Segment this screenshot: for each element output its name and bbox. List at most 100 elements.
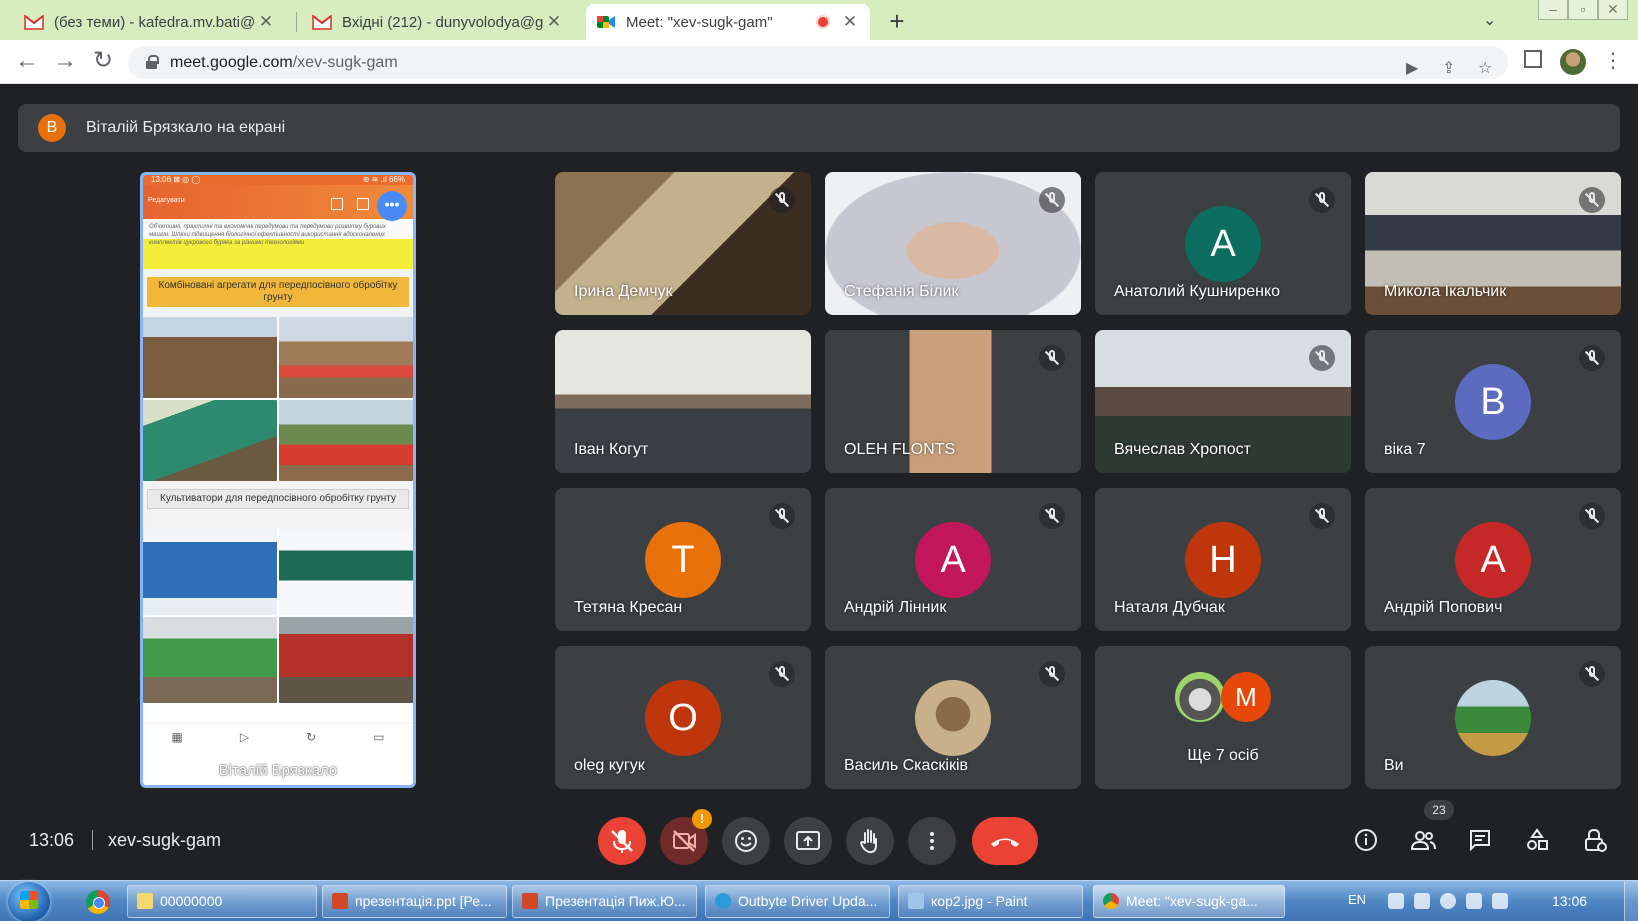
participant-name: Ви: [1384, 757, 1404, 774]
participant-tile[interactable]: В віка 7: [1365, 330, 1621, 473]
taskbar-item-label: презентація.ppt [Ре...: [355, 893, 492, 909]
tab-gmail-kafedra[interactable]: (без теми) - kafedra.mv.bati@gma ✕: [14, 4, 286, 40]
star-icon[interactable]: ☆: [1478, 58, 1492, 78]
display-tray-icon[interactable]: [1414, 893, 1430, 909]
participant-name: Вячеслав Хропост: [1114, 441, 1251, 458]
edit-label: Редагувати: [148, 197, 185, 204]
close-tab-icon[interactable]: ✕: [840, 12, 860, 32]
show-desktop-button[interactable]: [1624, 881, 1638, 921]
participant-name: віка 7: [1384, 441, 1426, 458]
presenter-avatar: В: [38, 114, 66, 142]
mic-off-button[interactable]: [598, 817, 646, 865]
taskbar-item[interactable]: 00000000: [127, 885, 317, 918]
participant-tile-self[interactable]: Ви: [1365, 646, 1621, 789]
slide-photo: [143, 617, 277, 703]
new-tab-button[interactable]: +: [885, 6, 909, 36]
tools-icon: ▦: [171, 730, 183, 744]
volume-icon[interactable]: [1466, 893, 1482, 909]
leave-call-button[interactable]: [972, 817, 1038, 865]
start-button[interactable]: [8, 882, 50, 921]
more-vert-icon[interactable]: ⋮: [1603, 49, 1623, 73]
participant-tile[interactable]: A Андрій Попович: [1365, 488, 1621, 631]
activities-icon[interactable]: [1524, 827, 1550, 853]
raise-hand-button[interactable]: [846, 817, 894, 865]
present-to-all-icon: [796, 831, 820, 850]
people-icon[interactable]: [1409, 827, 1437, 853]
slide-text: Об'єктивні, практичні та економічні пере…: [143, 219, 413, 269]
participant-tile[interactable]: Ірина Демчук: [555, 172, 811, 315]
reload-icon[interactable]: ↻: [88, 48, 118, 76]
chat-icon[interactable]: [1467, 827, 1493, 853]
system-clock[interactable]: 13:06: [1552, 893, 1587, 909]
participant-avatar: В: [1455, 363, 1531, 440]
network-tray-icon[interactable]: [1388, 893, 1404, 909]
taskbar-item[interactable]: Outbyte Driver Upda...: [705, 885, 890, 918]
lock-icon[interactable]: [146, 55, 159, 69]
phone-status-right: ⊛ ≋ .ıl 66%: [362, 175, 405, 184]
reactions-button[interactable]: [722, 817, 770, 865]
participant-name: Наталя Дубчак: [1114, 599, 1225, 616]
chevron-down-icon[interactable]: ⌄: [1483, 10, 1496, 30]
taskbar-item-active[interactable]: Meet: "xev-sugk-ga...: [1093, 885, 1285, 918]
paint-icon: [908, 893, 924, 909]
tab-separator: [296, 12, 297, 32]
minimize-button[interactable]: –: [1538, 0, 1568, 20]
participant-tile[interactable]: Вячеслав Хропост: [1095, 330, 1351, 473]
maximize-button[interactable]: ▫: [1568, 0, 1598, 20]
forward-arrow-icon[interactable]: →: [50, 48, 80, 76]
participant-tile[interactable]: A Андрій Лінник: [825, 488, 1081, 631]
phone-bottom-nav: ▦ ▷ ↻ ▭ Віталій Брязкало: [143, 723, 413, 785]
participant-tile[interactable]: Стефанія Білик: [825, 172, 1081, 315]
participant-photo-avatar: [915, 679, 991, 756]
back-arrow-icon[interactable]: ←: [12, 48, 42, 76]
taskbar-item[interactable]: презентація.ppt [Ре...: [322, 885, 507, 918]
participant-tile[interactable]: Іван Когут: [555, 330, 811, 473]
url-input[interactable]: meet.google.com/xev-sugk-gam ▶ ⇪ ☆: [128, 46, 1508, 79]
participant-tile[interactable]: H Наталя Дубчак: [1095, 488, 1351, 631]
host-controls-icon[interactable]: [1582, 827, 1608, 853]
camera-icon[interactable]: ▶: [1406, 58, 1418, 78]
folder-icon: [137, 893, 153, 909]
participant-tile[interactable]: Василь Скаскіків: [825, 646, 1081, 789]
close-tab-icon[interactable]: ✕: [544, 12, 564, 32]
more-options-button[interactable]: [908, 817, 956, 865]
presentation-tile[interactable]: 13:06 ⊠ ◎ ◯ ⊛ ≋ .ıl 66% Редагувати ••• О…: [140, 172, 416, 788]
presenter-name: Віталій Брязкало: [218, 762, 338, 779]
profile-avatar[interactable]: [1560, 49, 1586, 75]
meeting-time: 13:06: [29, 830, 75, 850]
participant-tile[interactable]: O oleg кугук: [555, 646, 811, 789]
participant-tile[interactable]: A Анатолий Кушниренко: [1095, 172, 1351, 315]
tab-meet[interactable]: Meet: "xev-sugk-gam" ✕: [586, 4, 870, 40]
more-vert-icon: [930, 832, 934, 850]
windows-taskbar: 00000000 презентація.ppt [Ре... Презента…: [0, 880, 1638, 921]
info-icon[interactable]: [1353, 827, 1379, 853]
meeting-code: xev-sugk-gam: [108, 830, 222, 850]
chrome-icon: [1103, 893, 1119, 909]
close-window-button[interactable]: ✕: [1598, 0, 1628, 20]
participant-tile[interactable]: OLEH FLONTS: [825, 330, 1081, 473]
share-icon: ↻: [306, 730, 317, 744]
flag-tray-icon[interactable]: [1492, 893, 1508, 909]
participant-tile[interactable]: T Тетяна Кресан: [555, 488, 811, 631]
more-participants-tile[interactable]: M Ще 7 осіб: [1095, 646, 1351, 789]
url-text: meet.google.com/xev-sugk-gam: [170, 54, 398, 72]
language-indicator[interactable]: EN: [1348, 892, 1366, 907]
present-screen-button[interactable]: [784, 817, 832, 865]
slide-photo: [143, 400, 277, 481]
side-panel-icon[interactable]: [1524, 50, 1542, 68]
security-tray-icon[interactable]: [1440, 893, 1456, 909]
chrome-pinned-icon[interactable]: [86, 890, 110, 914]
slide-heading-block: Комбіновані агрегати для передпосівного …: [143, 269, 413, 317]
taskbar-item[interactable]: кор2.jpg - Paint: [898, 885, 1083, 918]
tab-gmail-inbox[interactable]: Вхідні (212) - dunyvolodya@gma ✕: [302, 4, 574, 40]
mic-off-icon: [1579, 661, 1605, 687]
participant-tile[interactable]: Микола Ікальчик: [1365, 172, 1621, 315]
mic-off-icon: [1039, 503, 1065, 529]
close-tab-icon[interactable]: ✕: [256, 12, 276, 32]
taskbar-item[interactable]: Презентація Пиж.Ю...: [512, 885, 697, 918]
phone-app-toolbar: Редагувати •••: [143, 185, 413, 221]
share-icon[interactable]: ⇪: [1442, 58, 1455, 78]
slide-heading: Культиватори для передпосівного обробітк…: [147, 489, 409, 509]
meeting-control-bar: 13:06 xev-sugk-gam ! 23: [0, 800, 1638, 880]
outbyte-icon: [715, 893, 731, 909]
